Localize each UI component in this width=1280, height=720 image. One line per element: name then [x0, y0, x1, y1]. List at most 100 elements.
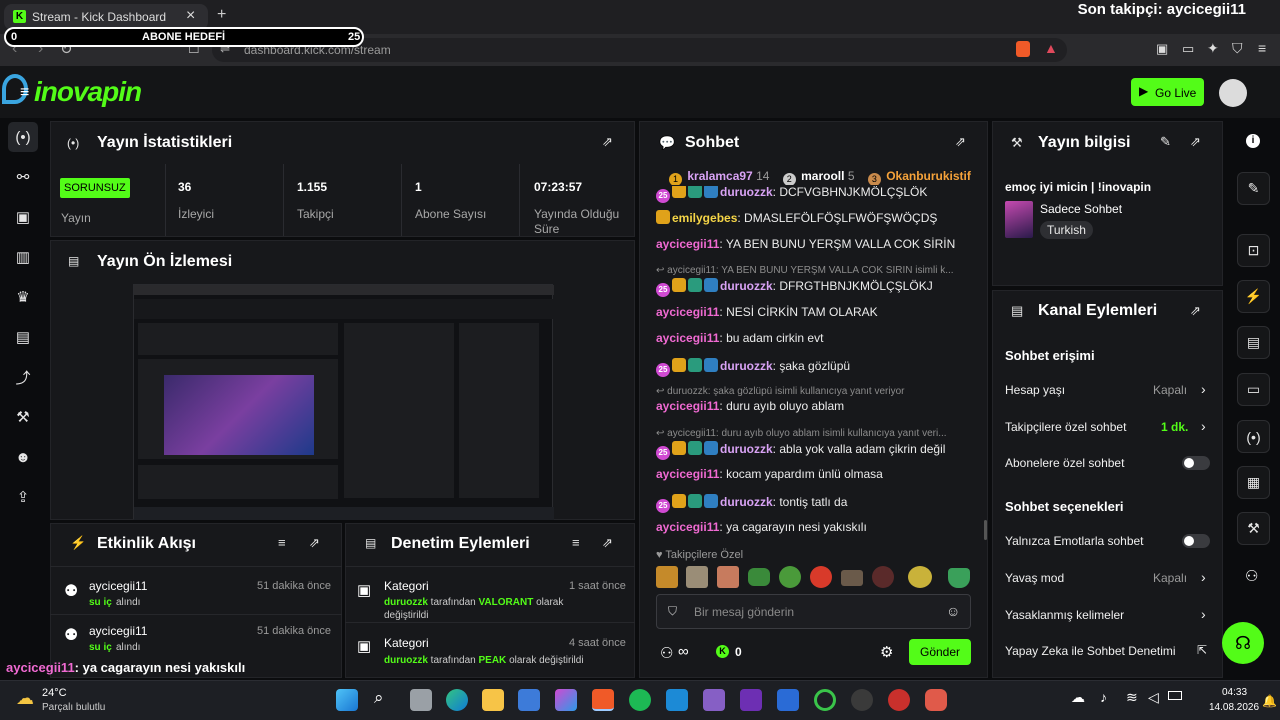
brave-taskbar-icon[interactable] — [592, 689, 614, 711]
emote-icon[interactable] — [908, 566, 932, 588]
stream-preview-video[interactable] — [133, 284, 554, 520]
chat-username[interactable]: aycicegii11 — [656, 331, 719, 345]
emote-icon[interactable] — [841, 570, 863, 586]
spotify-icon[interactable] — [629, 689, 651, 711]
emote-icon[interactable] — [948, 568, 970, 588]
slow-mode-setting[interactable]: Yavaş mod Kapalı › — [1005, 569, 1215, 585]
wifi-icon[interactable]: ≋ — [1126, 689, 1138, 706]
popout-icon[interactable]: ⇗ — [602, 134, 613, 150]
nav-analytics-icon[interactable]: ▥ — [8, 242, 38, 272]
send-button[interactable]: Gönder — [909, 639, 971, 665]
chat-username[interactable]: duruozzk — [720, 279, 773, 293]
visual-studio-icon[interactable] — [703, 689, 725, 711]
emote-icon[interactable] — [748, 568, 770, 586]
nav-window-icon[interactable]: ▣ — [8, 202, 38, 232]
support-button[interactable]: ☊ — [1222, 622, 1264, 664]
document-tool-icon[interactable]: ▤ — [1237, 326, 1270, 359]
vscode-icon[interactable] — [666, 689, 688, 711]
wrench-tool-icon[interactable]: ⚒ — [1237, 512, 1270, 545]
weather-icon[interactable]: ☁ — [16, 688, 34, 709]
nav-upload-icon[interactable]: ⇪ — [8, 482, 38, 512]
tab-close-icon[interactable]: × — [186, 7, 195, 25]
app-burst-icon[interactable] — [925, 689, 947, 711]
broadcast-tool-icon[interactable]: (•) — [1237, 420, 1270, 453]
emote-icon[interactable] — [779, 566, 801, 588]
popout-icon[interactable]: ⇗ — [1190, 303, 1201, 319]
file-explorer-icon[interactable] — [482, 689, 504, 711]
battery-icon[interactable] — [1168, 691, 1182, 700]
store-icon[interactable] — [518, 689, 540, 711]
users-icon[interactable]: ⚇ — [660, 644, 673, 662]
nav-video-icon[interactable]: ▤ — [8, 322, 38, 352]
volume-icon[interactable]: ◁ — [1148, 689, 1159, 706]
filter-icon[interactable]: ≡ — [278, 535, 286, 550]
go-live-button[interactable]: ▶ Go Live — [1131, 78, 1204, 106]
info-icon[interactable]: i — [1246, 134, 1260, 148]
chat-settings-icon[interactable]: ⚙ — [880, 643, 893, 661]
obs-icon[interactable] — [851, 689, 873, 711]
layout-tool-icon[interactable]: ▦ — [1237, 466, 1270, 499]
chat-scrollbar[interactable] — [984, 520, 987, 540]
nav-growth-icon[interactable]: ⤴ — [8, 362, 38, 392]
task-view-icon[interactable] — [410, 689, 432, 711]
vpn-icon[interactable]: ⛉ — [1232, 40, 1243, 57]
popout-icon[interactable]: ⇗ — [309, 535, 320, 551]
nav-users-icon[interactable]: ☻ — [8, 442, 38, 472]
popout-icon[interactable]: ⇗ — [602, 535, 613, 551]
leo-ai-icon[interactable]: ✦ — [1207, 40, 1219, 57]
mic-icon[interactable]: ♪ — [1100, 689, 1107, 705]
brave-shield-icon[interactable] — [1016, 41, 1030, 57]
chat-username[interactable]: aycicegii11 — [656, 237, 719, 251]
m365-icon[interactable] — [555, 689, 577, 711]
chat-username[interactable]: aycicegii11 — [656, 399, 719, 413]
user-avatar[interactable] — [1219, 79, 1247, 107]
chat-tool-icon[interactable]: ▭ — [1237, 373, 1270, 406]
subs-chat-setting[interactable]: Abonelere özel sohbet — [1005, 456, 1215, 470]
account-age-setting[interactable]: Hesap yaşı Kapalı › — [1005, 381, 1215, 397]
bolt-tool-icon[interactable]: ⚡ — [1237, 280, 1270, 313]
chat-input[interactable]: ⛉ Bir mesaj gönderin ☺ — [656, 594, 971, 629]
notification-icon[interactable]: 🔔 — [1262, 694, 1277, 708]
emote-icon[interactable] — [810, 566, 832, 588]
edge-icon[interactable] — [446, 689, 468, 711]
popout-icon[interactable]: ⇗ — [1190, 134, 1201, 150]
emote-icon[interactable] — [872, 566, 894, 588]
menu-icon[interactable]: ≡ — [1258, 40, 1266, 56]
chat-username[interactable]: duruozzk — [720, 359, 773, 373]
chat-username[interactable]: duruozzk — [720, 186, 773, 199]
emote-icon[interactable] — [656, 566, 678, 588]
emote-icon[interactable] — [686, 566, 708, 588]
ai-moderation-setting[interactable]: Yapay Zeka ile Sohbet Denetimi ⇱ — [1005, 643, 1215, 658]
new-tab-button[interactable]: + — [217, 6, 226, 24]
subs-chat-toggle[interactable] — [1182, 456, 1210, 470]
chat-username[interactable]: aycicegii11 — [656, 305, 719, 319]
tray-cloud-icon[interactable]: ☁ — [1071, 689, 1085, 706]
emote-only-toggle[interactable] — [1182, 534, 1210, 548]
sidebar-toggle-icon[interactable]: ▣ — [1156, 41, 1168, 57]
chat-username[interactable]: aycicegii11 — [656, 520, 719, 534]
app-ring-icon[interactable] — [814, 689, 836, 711]
app-red-icon[interactable] — [888, 689, 910, 711]
filter-icon[interactable]: ≡ — [572, 535, 580, 550]
chat-username[interactable]: duruozzk — [720, 495, 773, 509]
nav-stream-icon[interactable]: (•) — [8, 122, 38, 152]
emote-icon[interactable] — [717, 566, 739, 588]
capture-tool-icon[interactable]: ⊡ — [1237, 234, 1270, 267]
nav-wrench-icon[interactable]: ⚒ — [8, 402, 38, 432]
wallet-icon[interactable]: ▭ — [1182, 41, 1194, 57]
chat-username[interactable]: duruozzk — [720, 442, 773, 456]
banned-words-setting[interactable]: Yasaklanmış kelimeler › — [1005, 606, 1215, 622]
emoji-icon[interactable]: ☺ — [946, 603, 960, 619]
start-icon[interactable] — [336, 689, 358, 711]
chat-username[interactable]: aycicegii11 — [656, 467, 719, 481]
app-a-icon[interactable] — [777, 689, 799, 711]
edit-icon[interactable]: ✎ — [1160, 134, 1171, 150]
search-icon[interactable]: ⌕ — [374, 688, 384, 708]
chat-username[interactable]: emilygebes — [672, 211, 737, 225]
nav-trophy-icon[interactable]: ♛ — [8, 282, 38, 312]
followers-chat-setting[interactable]: Takipçilere özel sohbet 1 dk. › — [1005, 418, 1215, 434]
hamburger-icon[interactable]: ≡ — [20, 84, 29, 102]
nav-link-icon[interactable]: ⚯ — [8, 162, 38, 192]
emote-only-setting[interactable]: Yalnızca Emotlarla sohbet — [1005, 534, 1215, 548]
popout-icon[interactable]: ⇗ — [955, 134, 966, 150]
